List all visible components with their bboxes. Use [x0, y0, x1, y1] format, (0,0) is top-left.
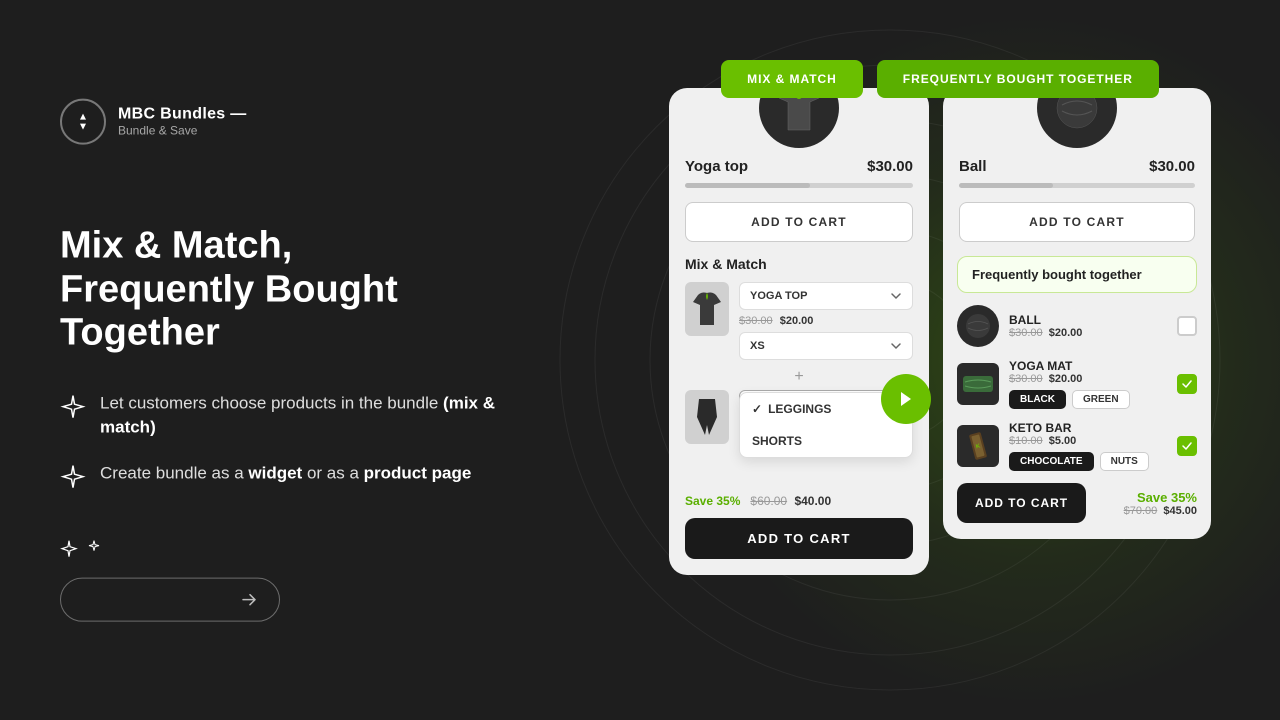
green-arrow-pointer — [881, 374, 931, 424]
total-prices: $60.00 $40.00 — [750, 494, 831, 508]
keto-bar-svg: K — [964, 429, 992, 463]
fbt-product-price: $30.00 — [1149, 158, 1195, 175]
small-sparkle-icon-1 — [60, 539, 78, 557]
progress-fill — [685, 183, 810, 188]
ball-name: BALL — [1009, 313, 1167, 327]
chocolate-option[interactable]: CHOCOLATE — [1009, 452, 1094, 471]
fbt-save-pct: Save 35% — [1124, 490, 1197, 505]
brand-name: MBC Bundles — — [118, 106, 247, 124]
ball-thumb-svg — [963, 311, 993, 341]
fbt-card-body: Ball $30.00 ADD TO CART — [943, 158, 1211, 256]
bundle-item-leggings: LEGGINGS LEGGINGS SHORTS — [685, 390, 913, 444]
yoga-top-thumb-svg — [691, 289, 723, 329]
logo-text: MBC Bundles — Bundle & Save — [118, 106, 247, 138]
fbt-add-to-cart-btn[interactable]: ADD TO CART — [957, 483, 1086, 523]
sparkle-icon-1 — [60, 394, 86, 420]
size-dropdown[interactable]: XS — [739, 332, 913, 360]
logo-icon — [60, 99, 106, 145]
tab-row: MIX & MATCH FREQUENTLY BOUGHT TOGETHER — [721, 60, 1159, 98]
feature-item-1: Let customers choose products in the bun… — [60, 392, 520, 440]
tab-fbt[interactable]: FREQUENTLY BOUGHT TOGETHER — [877, 60, 1159, 98]
keto-bar-name: KETO BAR — [1009, 421, 1167, 435]
fbt-progress-fill — [959, 183, 1053, 188]
chevron-down-icon-size — [890, 340, 902, 352]
fbt-card-header: Ball $30.00 — [959, 158, 1195, 175]
keto-bar-checkbox[interactable] — [1177, 436, 1197, 456]
ball-thumb — [957, 305, 999, 347]
chevron-down-icon — [890, 290, 902, 302]
fbt-item-keto-bar: K KETO BAR $10.00 $5.00 CHOCOLATE NUTS — [957, 421, 1197, 471]
panels-area: MIX & MATCH FREQUENTLY BOUGHT TOGETHER Y… — [630, 0, 1250, 720]
nuts-option[interactable]: NUTS — [1100, 452, 1149, 471]
keto-bar-thumb: K — [957, 425, 999, 467]
product-name: Yoga top — [685, 158, 748, 175]
keto-bar-prices: $10.00 $5.00 — [1009, 435, 1167, 447]
fbt-save-info: Save 35% $70.00 $45.00 — [1124, 490, 1197, 517]
yoga-mat-prices: $30.00 $20.00 — [1009, 373, 1167, 385]
checkmark-icon — [1181, 378, 1193, 390]
small-sparkle-icon-2 — [88, 539, 100, 551]
yoga-top-controls: YOGA TOP $30.00 $20.00 XS — [739, 282, 913, 360]
product-price: $30.00 — [867, 158, 913, 175]
save-row: Save 35% $60.00 $40.00 — [685, 494, 913, 508]
shorts-option[interactable]: SHORTS — [740, 425, 912, 457]
yoga-mat-svg — [961, 370, 995, 398]
arrow-button[interactable] — [60, 577, 280, 621]
arrow-pointer-icon — [895, 388, 917, 410]
leggings-thumb-svg — [695, 397, 719, 437]
logo-row: MBC Bundles — Bundle & Save — [60, 99, 520, 145]
main-heading: Mix & Match, Frequently Bought Together — [60, 225, 520, 356]
brand-tagline: Bundle & Save — [118, 124, 247, 138]
mix-match-card: Yoga top $30.00 ADD TO CART Mix & Match — [669, 88, 929, 575]
yoga-top-dropdown[interactable]: YOGA TOP — [739, 282, 913, 310]
fbt-add-to-cart-top-btn[interactable]: ADD TO CART — [959, 202, 1195, 242]
yoga-mat-options: BLACK GREEN — [1009, 390, 1167, 409]
arrow-right-icon — [239, 589, 259, 609]
fbt-section: Frequently bought together BALL $30.00 — [943, 256, 1211, 471]
yoga-top-price: $30.00 $20.00 — [739, 315, 913, 327]
ball-info: BALL $30.00 $20.00 — [1009, 313, 1167, 339]
save-badge: Save 35% — [685, 494, 740, 508]
yoga-mat-name: YOGA MAT — [1009, 359, 1167, 373]
yoga-top-thumb — [685, 282, 729, 336]
yoga-mat-checkbox[interactable] — [1177, 374, 1197, 394]
progress-bar — [685, 183, 913, 188]
fbt-card: Ball $30.00 ADD TO CART Frequently bough… — [943, 88, 1211, 539]
bundle-item-yoga-top: YOGA TOP $30.00 $20.00 XS — [685, 282, 913, 360]
add-to-cart-dark-btn[interactable]: ADD TO CART — [685, 518, 913, 559]
left-section: MBC Bundles — Bundle & Save Mix & Match,… — [60, 99, 520, 622]
cards-row: Yoga top $30.00 ADD TO CART Mix & Match — [669, 88, 1211, 575]
fbt-save-prices: $70.00 $45.00 — [1124, 505, 1197, 517]
keto-checkmark-icon — [1181, 440, 1193, 452]
sparkle-icon-2 — [60, 463, 86, 489]
fbt-product-name: Ball — [959, 158, 987, 175]
add-to-cart-top-btn[interactable]: ADD TO CART — [685, 202, 913, 242]
feature-item-2: Create bundle as a widget or as a produc… — [60, 461, 520, 489]
black-option[interactable]: BLACK — [1009, 390, 1066, 409]
fbt-item-yoga-mat: YOGA MAT $30.00 $20.00 BLACK GREEN — [957, 359, 1197, 409]
fbt-section-label: Frequently bought together — [957, 256, 1197, 293]
keto-bar-info: KETO BAR $10.00 $5.00 CHOCOLATE NUTS — [1009, 421, 1167, 471]
fbt-item-ball: BALL $30.00 $20.00 — [957, 305, 1197, 347]
ball-checkbox[interactable] — [1177, 316, 1197, 336]
feature-list: Let customers choose products in the bun… — [60, 392, 520, 490]
ball-prices: $30.00 $20.00 — [1009, 327, 1167, 339]
tab-mix-match[interactable]: MIX & MATCH — [721, 60, 863, 98]
yoga-mat-thumb — [957, 363, 999, 405]
plus-divider: + — [685, 368, 913, 386]
leggings-thumb — [685, 390, 729, 444]
yoga-mat-info: YOGA MAT $30.00 $20.00 BLACK GREEN — [1009, 359, 1167, 409]
keto-bar-options: CHOCOLATE NUTS — [1009, 452, 1167, 471]
small-sparkles — [60, 539, 520, 557]
fbt-progress-bar — [959, 183, 1195, 188]
fbt-bottom-row: ADD TO CART Save 35% $70.00 $45.00 — [943, 483, 1211, 523]
mix-match-label: Mix & Match — [685, 256, 913, 272]
mix-match-section: Mix & Match YOGA TOP — [669, 256, 929, 559]
green-option[interactable]: GREEN — [1072, 390, 1130, 409]
card-header: Yoga top $30.00 — [685, 158, 913, 175]
mix-match-card-body: Yoga top $30.00 ADD TO CART — [669, 158, 929, 256]
